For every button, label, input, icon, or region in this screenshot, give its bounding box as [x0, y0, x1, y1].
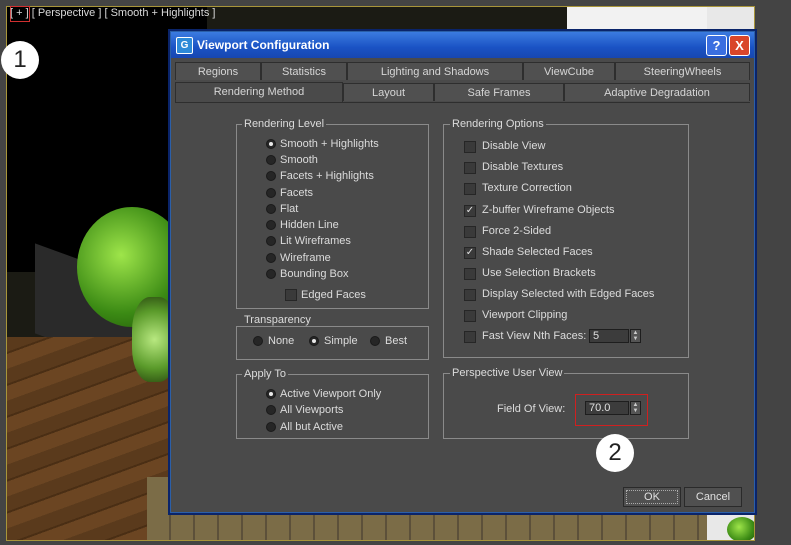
rendering-option-checkbox[interactable]	[464, 268, 476, 280]
option-label: All but Active	[280, 421, 343, 433]
callout-marker-1: 1	[1, 41, 39, 79]
edged-faces-checkbox[interactable]	[285, 289, 297, 301]
radio-button[interactable]	[309, 336, 319, 346]
field-of-view-input[interactable]: 70.0	[585, 401, 629, 415]
rendering-option-checkbox[interactable]: ✓	[464, 205, 476, 217]
rendering-option-checkbox[interactable]	[464, 289, 476, 301]
radio-button[interactable]	[266, 253, 276, 263]
field-of-view-label: Field Of View:	[497, 403, 566, 415]
tab-safe-frames[interactable]: Safe Frames	[434, 83, 564, 101]
option-label: Flat	[280, 203, 299, 215]
perspective-user-view-title: Perspective User View	[450, 367, 565, 379]
plant-foliage-corner	[727, 517, 754, 540]
rendering-option-checkbox[interactable]	[464, 226, 476, 238]
option-label: Facets + Highlights	[280, 170, 374, 182]
edged-faces-label: Edged Faces	[301, 289, 366, 301]
option-label: Best	[385, 335, 408, 347]
option-label: Hidden Line	[280, 219, 339, 231]
help-button[interactable]: ?	[706, 35, 727, 56]
rendering-option-label: Texture Correction	[482, 182, 572, 194]
app-logo-icon: G	[176, 37, 193, 54]
rendering-options-title: Rendering Options	[450, 118, 546, 130]
rendering-level-title: Rendering Level	[242, 118, 327, 130]
rendering-option-label: Viewport Clipping	[482, 309, 568, 321]
option-label: Smooth	[280, 154, 318, 166]
radio-button[interactable]	[266, 204, 276, 214]
rendering-option-label: Shade Selected Faces	[482, 246, 593, 258]
radio-button[interactable]	[266, 236, 276, 246]
option-label: Wireframe	[280, 252, 331, 264]
radio-button[interactable]	[266, 220, 276, 230]
callout-marker-2: 2	[596, 434, 634, 472]
tab-lighting-and-shadows[interactable]: Lighting and Shadows	[347, 62, 523, 80]
tab-divider	[175, 102, 750, 103]
dialog-title: Viewport Configuration	[197, 38, 330, 52]
radio-button[interactable]	[370, 336, 380, 346]
tab-steeringwheels[interactable]: SteeringWheels	[615, 62, 750, 80]
field-of-view-spinner-arrows[interactable]: ▲ ▼	[630, 401, 641, 415]
radio-button[interactable]	[266, 422, 276, 432]
perspective-user-view-group	[443, 373, 689, 439]
rendering-option-label: Fast View Nth Faces:	[482, 330, 587, 342]
close-button[interactable]: X	[729, 35, 750, 56]
option-label: Simple	[324, 335, 358, 347]
rendering-level-group	[236, 124, 429, 309]
radio-button[interactable]	[266, 171, 276, 181]
tab-regions[interactable]: Regions	[175, 62, 261, 80]
nth-faces-spinner-arrows[interactable]: ▲ ▼	[630, 329, 641, 343]
viewport-label[interactable]: [ + ] [ Perspective ] [ Smooth + Highlig…	[10, 7, 215, 19]
radio-button[interactable]	[253, 336, 263, 346]
option-label: Bounding Box	[280, 268, 349, 280]
rendering-option-label: Force 2-Sided	[482, 225, 552, 237]
rendering-option-label: Use Selection Brackets	[482, 267, 596, 279]
option-label: All Viewports	[280, 404, 344, 416]
radio-button[interactable]	[266, 405, 276, 415]
dialog-titlebar[interactable]: G Viewport Configuration ? X	[171, 32, 754, 58]
transparency-title: Transparency	[242, 314, 313, 326]
rendering-option-checkbox[interactable]	[464, 162, 476, 174]
rendering-option-checkbox[interactable]	[464, 310, 476, 322]
rendering-option-label: Disable View	[482, 140, 546, 152]
cancel-button[interactable]: Cancel	[684, 487, 742, 507]
option-label: Smooth + Highlights	[280, 138, 379, 150]
rendering-options-group	[443, 124, 689, 358]
radio-button[interactable]	[266, 269, 276, 279]
ok-button[interactable]: OK	[623, 487, 681, 507]
radio-button[interactable]	[266, 139, 276, 149]
tab-adaptive-degradation[interactable]: Adaptive Degradation	[564, 83, 750, 101]
tab-layout[interactable]: Layout	[343, 83, 434, 101]
viewport-configuration-dialog: G Viewport Configuration ? X Regions Sta…	[170, 31, 755, 513]
radio-button[interactable]	[266, 155, 276, 165]
option-label: Lit Wireframes	[280, 235, 351, 247]
rendering-option-label: Z-buffer Wireframe Objects	[482, 204, 615, 216]
apply-to-title: Apply To	[242, 368, 288, 380]
rendering-option-checkbox[interactable]	[464, 183, 476, 195]
tab-statistics[interactable]: Statistics	[261, 62, 347, 80]
option-label: None	[268, 335, 295, 347]
tab-viewcube[interactable]: ViewCube	[523, 62, 615, 80]
radio-button[interactable]	[266, 389, 276, 399]
fast-view-nth-faces-input[interactable]: 5	[589, 329, 629, 343]
rendering-option-checkbox[interactable]: ✓	[464, 247, 476, 259]
rendering-option-label: Display Selected with Edged Faces	[482, 288, 655, 300]
rendering-option-label: Disable Textures	[482, 161, 564, 173]
option-label: Facets	[280, 187, 314, 199]
tab-rendering-method[interactable]: Rendering Method	[175, 82, 343, 102]
rendering-option-checkbox[interactable]	[464, 331, 476, 343]
radio-button[interactable]	[266, 188, 276, 198]
option-label: Active Viewport Only	[280, 388, 382, 400]
rendering-option-checkbox[interactable]	[464, 141, 476, 153]
